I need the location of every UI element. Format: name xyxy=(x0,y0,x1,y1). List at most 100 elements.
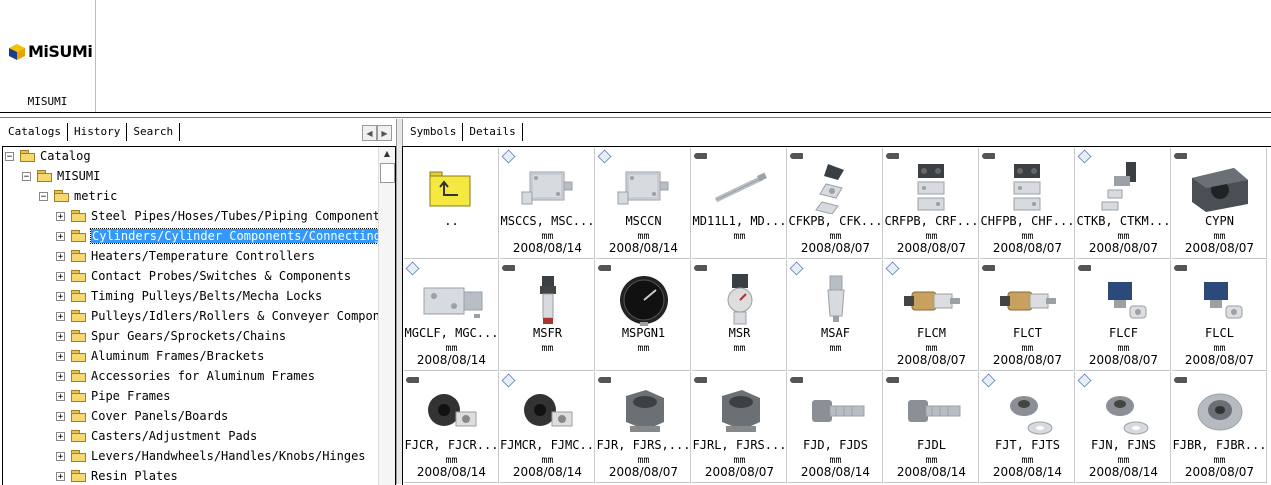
collapse-icon[interactable]: − xyxy=(22,171,31,181)
symbol-cell[interactable]: MSPGN1 mm xyxy=(596,260,691,371)
tab-symbols[interactable]: Symbols xyxy=(404,123,464,141)
tree-node[interactable]: − MISUMI xyxy=(22,166,100,186)
tree-node[interactable]: + Accessories for Aluminum Frames xyxy=(56,366,315,386)
tree-node-label: Heaters/Temperature Controllers xyxy=(91,249,315,263)
tab-details[interactable]: Details xyxy=(463,123,523,141)
symbol-cell[interactable]: FJBR, FJBR... mm 2008/08/07 xyxy=(1172,372,1267,483)
symbol-cell[interactable]: MD11L1, MD... mm xyxy=(692,148,787,259)
expand-icon[interactable]: + xyxy=(56,431,65,441)
tree-node[interactable]: + Steel Pipes/Hoses/Tubes/Piping Componen… xyxy=(56,206,387,226)
tree-node[interactable]: + Casters/Adjustment Pads xyxy=(56,426,257,446)
tree-scrollbar[interactable]: ▲ xyxy=(378,147,395,485)
expand-icon[interactable]: + xyxy=(56,391,65,401)
collapse-icon[interactable]: − xyxy=(39,191,48,201)
expand-icon[interactable]: + xyxy=(56,251,65,261)
symbol-name: MSAF xyxy=(821,326,850,340)
symbol-date: 2008/08/14 xyxy=(512,241,583,255)
scroll-up-icon[interactable]: ▲ xyxy=(379,147,395,161)
tree-node-label: Steel Pipes/Hoses/Tubes/Piping Component… xyxy=(91,209,388,223)
scroll-thumb[interactable] xyxy=(380,163,395,183)
symbol-date: 2008/08/07 xyxy=(1184,353,1255,367)
tree-node[interactable]: + Pipe Frames xyxy=(56,386,170,406)
tree-node[interactable]: + Timing Pulleys/Belts/Mecha Locks xyxy=(56,286,322,306)
tree-node[interactable]: + Cover Panels/Boards xyxy=(56,406,228,426)
tab-search[interactable]: Search xyxy=(127,123,181,141)
symbol-date: 2008/08/07 xyxy=(992,353,1063,367)
symbol-name: FJMCR, FJMC... xyxy=(500,438,595,452)
symbol-cell[interactable]: MSCCN mm 2008/08/14 xyxy=(596,148,691,259)
tree-node[interactable]: + Heaters/Temperature Controllers xyxy=(56,246,315,266)
tree-node-label: Levers/Handwheels/Handles/Knobs/Hinges xyxy=(91,449,366,463)
expand-icon[interactable]: + xyxy=(56,471,65,481)
symbol-cell[interactable]: MSCCS, MSC... mm 2008/08/14 xyxy=(500,148,595,259)
expand-icon[interactable]: + xyxy=(56,311,65,321)
symbol-cell[interactable]: FJMCR, FJMC... mm 2008/08/14 xyxy=(500,372,595,483)
tab-catalogs[interactable]: Catalogs xyxy=(2,123,68,141)
symbol-cell[interactable]: FLCM mm 2008/08/07 xyxy=(884,260,979,371)
tab-scroll-right-icon[interactable]: ▶ xyxy=(377,125,392,141)
expand-icon[interactable]: + xyxy=(56,371,65,381)
tree-node[interactable]: − metric xyxy=(39,186,117,206)
tree-node-label: Resin Plates xyxy=(91,469,178,483)
tree-node[interactable]: + Contact Probes/Switches & Components xyxy=(56,266,351,286)
symbol-cell[interactable]: FJCR, FJCR... mm 2008/08/14 xyxy=(404,372,499,483)
tree-node[interactable]: + Cylinders/Cylinder Components/Connectin… xyxy=(56,226,383,246)
symbol-cell[interactable]: FJRL, FJRS... mm 2008/08/07 xyxy=(692,372,787,483)
symbol-cell[interactable]: CHFPB, CHF... mm 2008/08/07 xyxy=(980,148,1075,259)
symbol-date: 2008/08/14 xyxy=(1088,465,1159,479)
expand-icon[interactable]: + xyxy=(56,331,65,341)
symbol-name: CFKPB, CFK... xyxy=(788,214,883,228)
symbol-cell[interactable]: CTKB, CTKM... mm 2008/08/07 xyxy=(1076,148,1171,259)
expand-icon[interactable]: + xyxy=(56,451,65,461)
symbol-cell[interactable]: MSAF mm xyxy=(788,260,883,371)
filter-regulator-icon xyxy=(540,276,556,324)
symbol-cell[interactable]: FJR, FJRS,... mm 2008/08/07 xyxy=(596,372,691,483)
expand-icon[interactable]: + xyxy=(56,411,65,421)
tree-node[interactable]: − Catalog xyxy=(5,147,91,166)
tree-node[interactable]: + Levers/Handwheels/Handles/Knobs/Hinges xyxy=(56,446,366,466)
symbol-cell[interactable]: FLCT mm 2008/08/07 xyxy=(980,260,1075,371)
symbol-name: FJR, FJRS,... xyxy=(596,438,691,452)
symbol-cell[interactable]: MSFR mm xyxy=(500,260,595,371)
tab-history[interactable]: History xyxy=(67,123,128,141)
symbol-name: FLCF xyxy=(1109,326,1138,340)
expand-icon[interactable]: + xyxy=(56,211,65,221)
expand-icon[interactable]: + xyxy=(56,271,65,281)
folder-icon xyxy=(71,210,87,222)
tree-node[interactable]: + Aluminum Frames/Brackets xyxy=(56,346,264,366)
tree-node-label: Casters/Adjustment Pads xyxy=(91,429,258,443)
symbol-name: MSPGN1 xyxy=(621,326,666,340)
expand-icon[interactable]: + xyxy=(56,351,65,361)
symbol-cell[interactable]: FLCF mm 2008/08/07 xyxy=(1076,260,1171,371)
symbol-cell[interactable]: FJDL mm 2008/08/14 xyxy=(884,372,979,483)
symbol-cell[interactable]: FLCL mm 2008/08/07 xyxy=(1172,260,1267,371)
collapse-icon[interactable]: − xyxy=(5,151,14,161)
symbol-cell[interactable]: CFKPB, CFK... mm 2008/08/07 xyxy=(788,148,883,259)
symbol-cell[interactable]: MGCLF, MGC... mm 2008/08/14 xyxy=(404,260,499,371)
floating-joint-blue-icon xyxy=(1108,282,1147,319)
symbol-cell[interactable]: MSR mm xyxy=(692,260,787,371)
symbol-cell[interactable]: CRFPB, CRF... mm 2008/08/07 xyxy=(884,148,979,259)
symbol-cell[interactable]: FJD, FJDS mm 2008/08/14 xyxy=(788,372,883,483)
tree-node-label: Pipe Frames xyxy=(91,389,171,403)
symbol-cell[interactable]: FJT, FJTS mm 2008/08/14 xyxy=(980,372,1075,483)
folder-icon xyxy=(54,190,70,202)
folder-icon xyxy=(71,370,87,382)
vendor-tile[interactable]: MiSUMi MISUMI xyxy=(0,0,96,112)
tab-scroll-left-icon[interactable]: ◀ xyxy=(362,125,377,141)
tree-node[interactable]: + Resin Plates xyxy=(56,466,178,485)
symbol-cell[interactable]: FJN, FJNS mm 2008/08/14 xyxy=(1076,372,1171,483)
symbol-date: 2008/08/14 xyxy=(512,465,583,479)
symbol-cell[interactable]: CYPN mm 2008/08/07 xyxy=(1172,148,1267,259)
floating-joint-icon xyxy=(1000,291,1056,311)
symbol-cell[interactable]: .. xyxy=(404,148,499,259)
symbol-date: 2008/08/07 xyxy=(896,353,967,367)
washer-joint-icon xyxy=(1010,396,1053,435)
expand-icon[interactable]: + xyxy=(56,291,65,301)
tree-node[interactable]: + Spur Gears/Sprockets/Chains xyxy=(56,326,286,346)
symbol-name: MSCCN xyxy=(625,214,662,228)
symbol-date: 2008/08/07 xyxy=(992,241,1063,255)
symbol-name: CHFPB, CHF... xyxy=(980,214,1075,228)
tree-node[interactable]: + Pulleys/Idlers/Rollers & Conveyer Compo… xyxy=(56,306,387,326)
expand-icon[interactable]: + xyxy=(56,231,65,241)
